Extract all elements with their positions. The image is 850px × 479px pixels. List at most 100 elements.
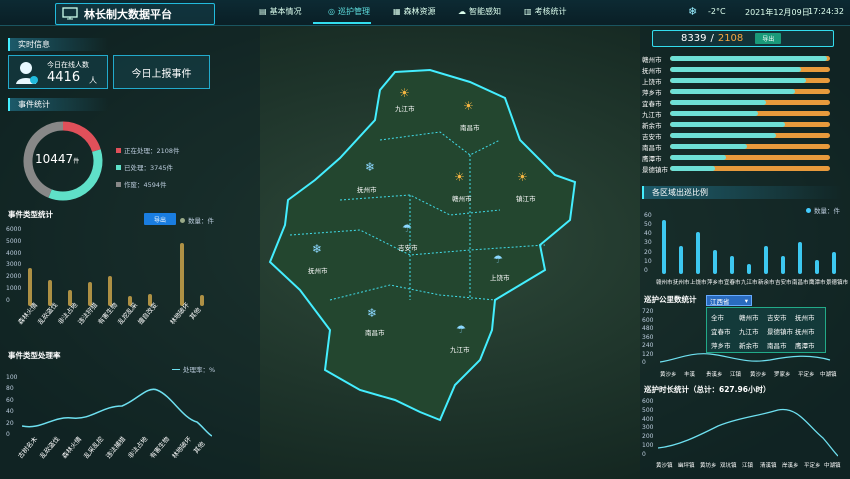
x-tick: 岸溪乡 xyxy=(782,463,799,469)
bar xyxy=(696,232,700,274)
user-icon xyxy=(15,60,39,88)
progress-bar xyxy=(670,89,830,94)
grid-icon: ▦ xyxy=(393,7,401,16)
online-users-card: 今日在线人数 4416 人 xyxy=(8,55,108,89)
sun-icon: ☀ xyxy=(463,99,474,113)
time: 17:24:32 xyxy=(808,7,844,16)
patrol-hours-xaxis: 黄沙镇 幽坪镇 黄坊乡 双坑镇 江镇 清溪镇 岸溪乡 平定乡 中湖镇 xyxy=(656,461,846,469)
x-tick: 清溪镇 xyxy=(760,463,777,469)
nav-tab-patrol[interactable]: ◎ 巡护管理 xyxy=(328,6,370,17)
y-tick: 40 xyxy=(6,408,14,416)
nav-label: 森林资源 xyxy=(403,7,436,16)
map-city-label[interactable]: 吉安市 xyxy=(398,242,418,252)
progress-bar xyxy=(670,155,830,160)
online-label: 今日在线人数 xyxy=(47,61,89,69)
y-tick: 600 xyxy=(642,398,654,405)
export-button[interactable]: 导出 xyxy=(755,33,782,44)
y-tick: 4000 xyxy=(6,249,22,257)
sun-icon: ☀ xyxy=(517,170,528,184)
today-report-button[interactable]: 今日上报事件 xyxy=(113,55,210,89)
nav-label: 基本情况 xyxy=(269,7,302,16)
x-tick: 景德镇市 xyxy=(826,280,849,286)
app-title: 林长制大数据平台 xyxy=(84,8,172,21)
nav-label: 考核统计 xyxy=(534,7,567,16)
y-tick: 0 xyxy=(6,430,10,438)
progress-bar xyxy=(670,111,830,116)
dropdown-option[interactable]: 全市 xyxy=(711,312,737,322)
date: 2021年12月09日 xyxy=(745,8,810,17)
region-dropdown[interactable]: 江西省 ▾ xyxy=(706,295,752,306)
progress-fill xyxy=(670,166,715,171)
progress-fill xyxy=(670,56,827,61)
patrol-ratio-xaxis: 赣州市 抚州市 上饶市 萍乡市 宜春市 九江市 新余市 吉安市 南昌市 鹰潭市 … xyxy=(652,278,848,288)
x-tick: 上饶市 xyxy=(690,280,707,286)
y-tick: 200 xyxy=(642,433,654,441)
dropdown-option[interactable]: 抚州市 xyxy=(795,326,821,336)
cloud-icon: ☁ xyxy=(458,7,466,16)
x-tick: 黄坊乡 xyxy=(700,463,717,469)
y-tick: 240 xyxy=(642,342,654,349)
x-tick: 丰溪 xyxy=(684,372,696,378)
section-event-rate: 事件类型处理率 xyxy=(8,351,61,360)
document-icon: ▤ xyxy=(259,7,267,16)
map-city-label[interactable]: 九江市 xyxy=(395,103,415,113)
nav-tab-basic[interactable]: ▤ 基本情况 xyxy=(259,6,302,17)
counter-separator: / xyxy=(710,33,714,44)
map-city-label[interactable]: 南昌市 xyxy=(460,122,480,132)
x-tick: 新余市 xyxy=(758,280,775,286)
bar xyxy=(815,260,819,274)
legend-label: 数量：件 xyxy=(188,217,214,225)
y-tick: 5000 xyxy=(6,237,22,245)
x-tick: 中湖镇 xyxy=(824,463,841,469)
nav-tab-forest[interactable]: ▦ 森林资源 xyxy=(393,6,436,17)
sun-icon: ☀ xyxy=(399,86,410,100)
section-patrol-ratio: 各区域出巡比例 xyxy=(642,186,842,199)
map-city-label[interactable]: 抚州市 xyxy=(308,265,328,275)
section-realtime: 实时信息 xyxy=(8,38,108,51)
y-tick: 480 xyxy=(642,325,654,332)
donut-segment xyxy=(62,121,101,153)
event-rate-xaxis: 古树名木 乱砍盗伐 森林火情 乱采乱挖 违法捕猎 非法占地 有害生物 林地破坏 … xyxy=(14,435,214,472)
patrol-progress-list: 赣州市 抚州市 上饶市 萍乡市 宜春市 九江市 新余市 吉安市 南昌市 鹰潭市 … xyxy=(642,53,842,175)
dropdown-option[interactable]: 景德镇市 xyxy=(767,326,793,336)
bar xyxy=(679,246,683,274)
x-tick: 鹰潭市 xyxy=(809,280,826,286)
nav-tab-sensing[interactable]: ☁ 智能感知 xyxy=(458,6,501,17)
row-city: 萍乡市 xyxy=(642,89,662,97)
dropdown-option[interactable]: 赣州市 xyxy=(739,312,765,322)
dropdown-option[interactable]: 宜春市 xyxy=(711,326,737,336)
dropdown-option[interactable]: 九江市 xyxy=(739,326,765,336)
bar xyxy=(764,246,768,274)
map-city-label[interactable]: 赣州市 xyxy=(452,193,472,203)
progress-fill xyxy=(670,111,758,116)
map-city-label[interactable]: 镇江市 xyxy=(516,193,536,203)
x-tick: 赣州市 xyxy=(656,280,673,286)
bar xyxy=(832,252,836,274)
dropdown-option[interactable]: 吉安市 xyxy=(767,312,793,322)
y-tick: 30 xyxy=(644,239,652,247)
x-tick: 贵溪乡 xyxy=(706,372,723,378)
legend-label: 正在处理：2108件 xyxy=(124,147,180,155)
snowflake-icon: ❄ xyxy=(312,242,323,256)
dropdown-option[interactable]: 抚州市 xyxy=(795,312,821,322)
map-city-label[interactable]: 上饶市 xyxy=(490,272,510,282)
nav-tab-assessment[interactable]: ▥ 考核统计 xyxy=(524,6,567,17)
progress-bar xyxy=(670,56,830,61)
patrol-counter: 8339 / 2108 导出 xyxy=(652,30,834,47)
y-tick: 0 xyxy=(6,296,10,304)
counter-total: 2108 xyxy=(717,33,744,44)
legend-label: 处理率：% xyxy=(183,366,216,374)
map-city-label[interactable]: 南昌市 xyxy=(365,327,385,337)
row-city: 上饶市 xyxy=(642,78,662,86)
row-city: 宜春市 xyxy=(642,100,662,108)
section-patrol-km: 巡护公里数统计 xyxy=(644,295,697,304)
map-city-label[interactable]: 九江市 xyxy=(450,344,470,354)
event-total-wrap: 10447件 xyxy=(35,152,79,166)
bar xyxy=(798,242,802,274)
legend-swatch xyxy=(180,217,185,223)
chevron-down-icon: ▾ xyxy=(744,296,748,305)
export-button[interactable]: 导出 xyxy=(144,213,176,225)
progress-fill xyxy=(670,122,786,127)
y-tick: 40 xyxy=(644,230,652,238)
map-city-label[interactable]: 抚州市 xyxy=(357,184,377,194)
